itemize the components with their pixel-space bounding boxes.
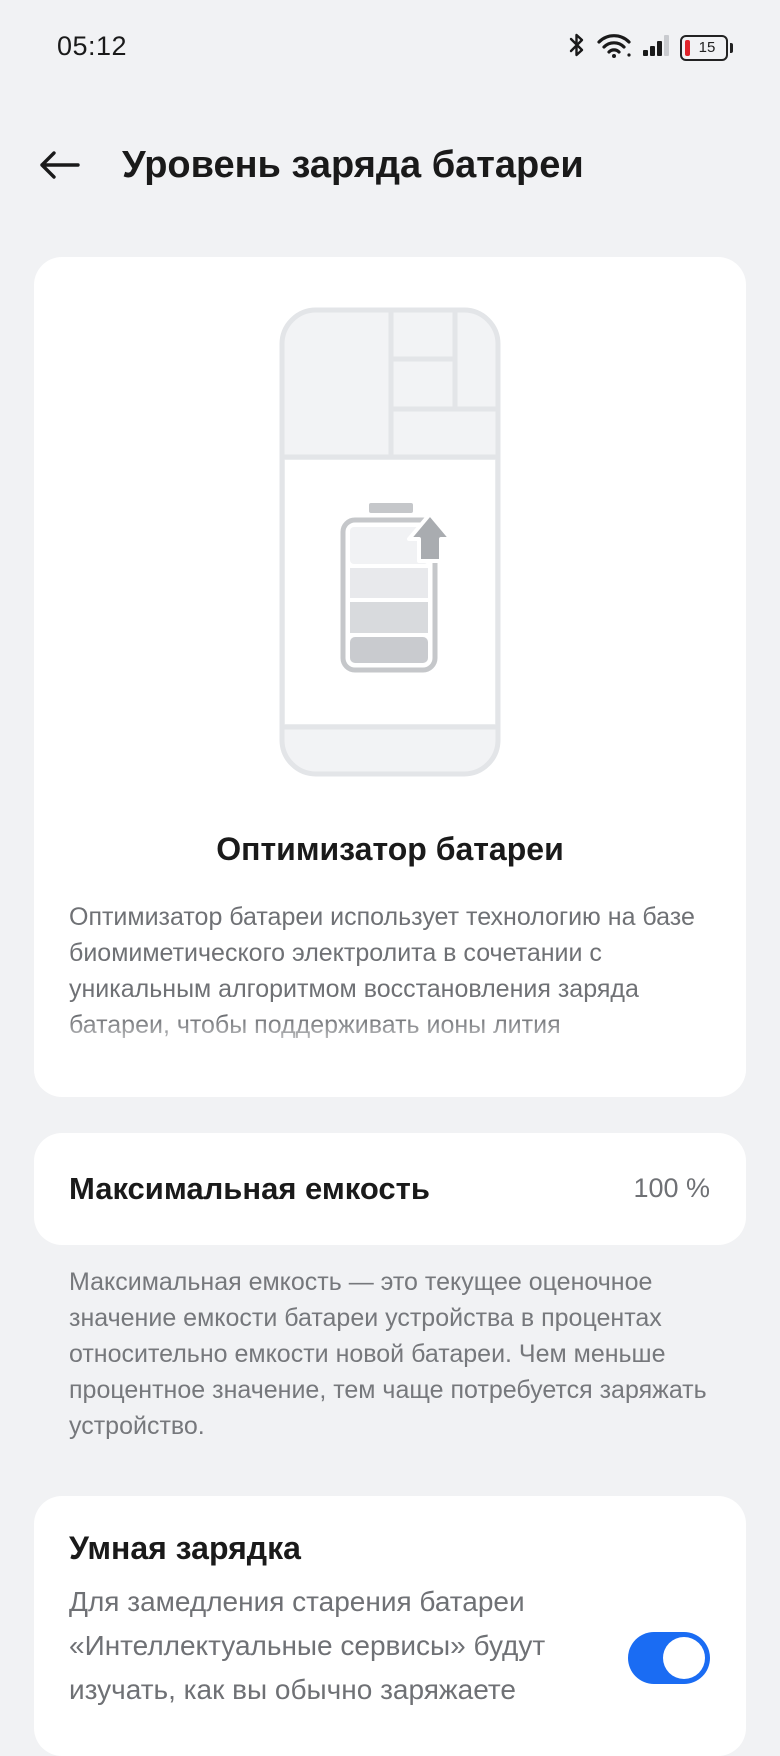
battery-level-text: 15 [698,39,716,56]
smart-charging-description: Для замедления старения батареи «Интелле… [69,1586,546,1705]
max-capacity-note: Максимальная емкость — это текущее оцено… [69,1268,707,1440]
header: Уровень заряда батареи [0,120,780,210]
max-capacity-label: Максимальная емкость [69,1171,430,1206]
smart-charging-toggle[interactable] [628,1632,710,1684]
smart-charging-card: Умная зарядка Для замедления старения ба… [34,1496,746,1756]
arrow-left-icon [40,151,80,179]
optimizer-title: Оптимизатор батареи [216,831,564,867]
signal-icon [642,33,670,62]
back-button[interactable] [34,140,84,190]
status-icons: 15 [568,32,733,63]
max-capacity-row[interactable]: Максимальная емкость 100 % [34,1133,746,1245]
status-time: 05:12 [57,31,128,61]
bluetooth-icon [568,32,586,63]
battery-optimizer-illustration [279,307,501,777]
toggle-knob [663,1637,705,1679]
battery-optimizer-card: Оптимизатор батареи Оптимизатор батареи … [34,257,746,1097]
battery-level-fill [685,39,690,56]
page-title: Уровень заряда батареи [122,144,584,186]
status-bar: 05:12 15 [0,0,780,96]
smart-charging-title: Умная зарядка [69,1530,301,1566]
wifi-icon [596,32,632,63]
max-capacity-value: 100 % [633,1173,710,1203]
description-fade [34,1017,746,1087]
battery-status-icon: 15 [680,34,733,61]
